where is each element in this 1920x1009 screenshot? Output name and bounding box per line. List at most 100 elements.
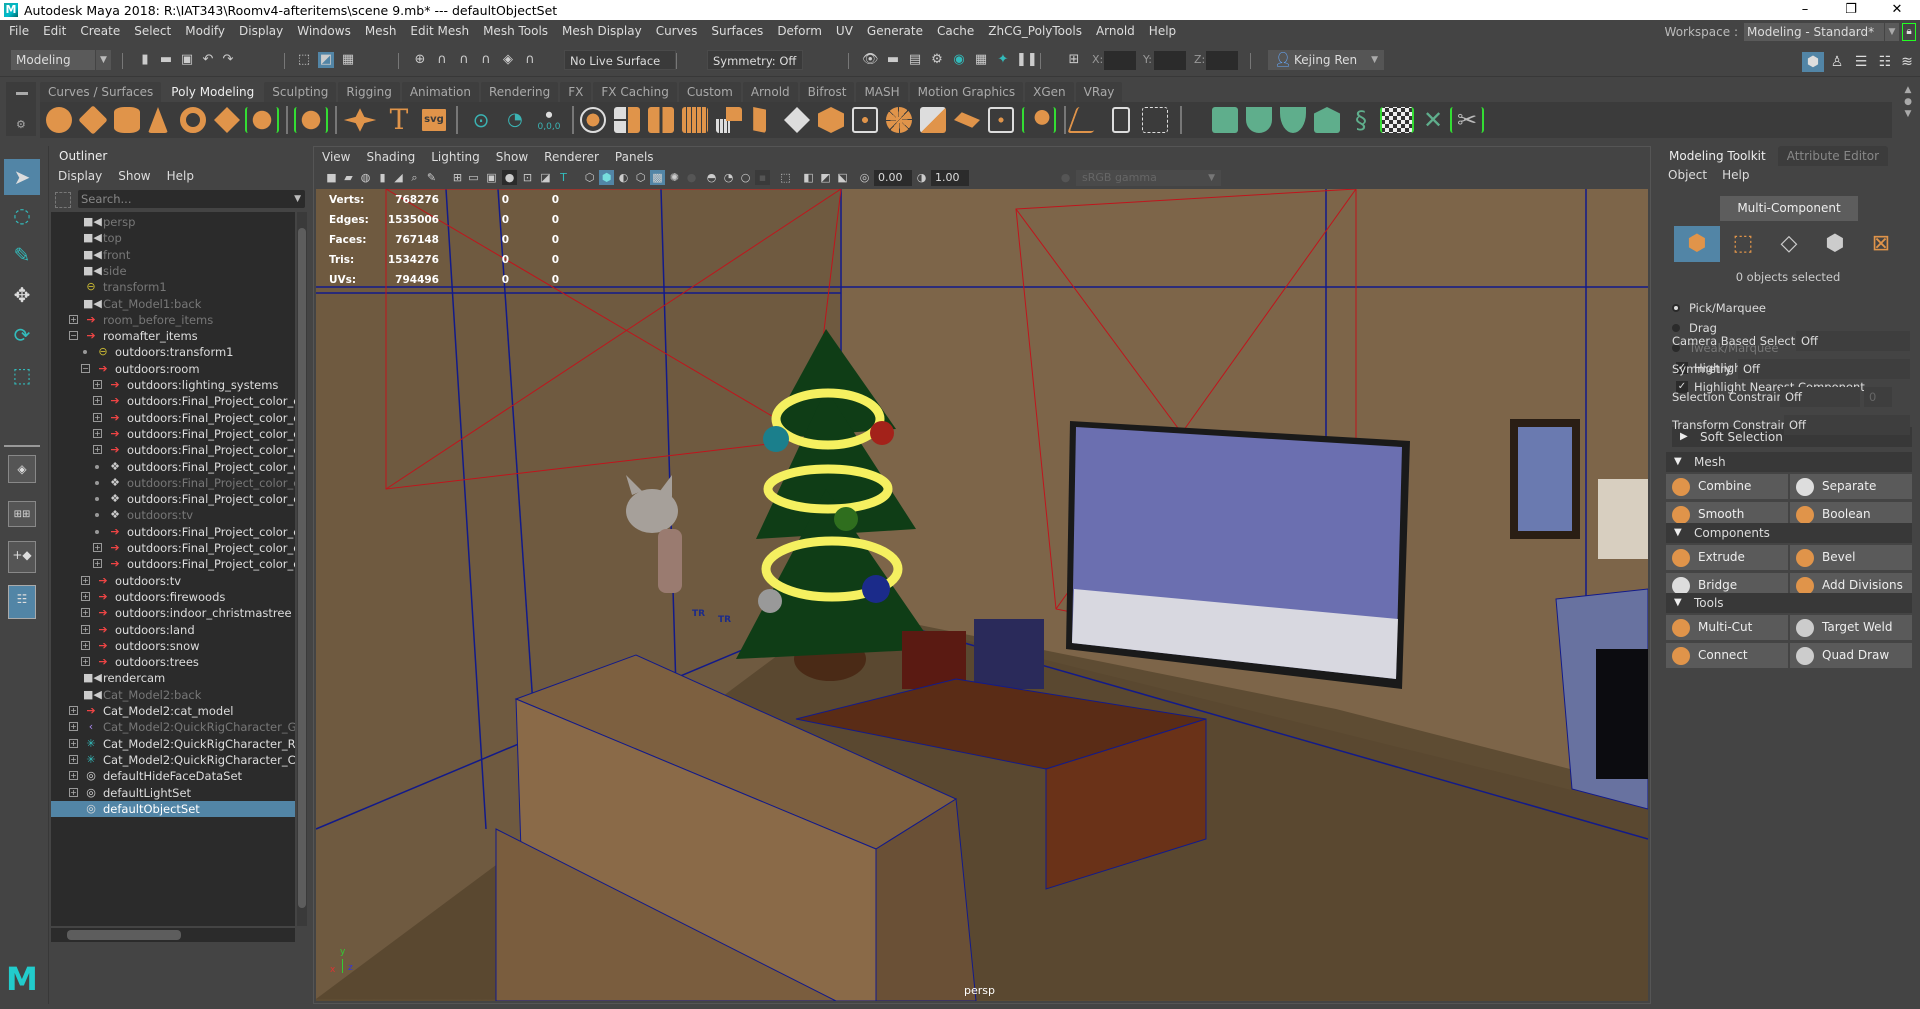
type-tool-icon[interactable]: T [386,106,412,134]
scrollbar-thumb[interactable] [298,228,306,908]
outliner-item[interactable]: + ➔ outdoors:Final_Project_color_cha [51,540,295,556]
outliner-item[interactable]: + ➔ outdoors:Final_Project_color_cha [51,442,295,458]
expand-icon[interactable]: + [69,787,78,797]
use-all-lights-icon[interactable]: ✺ [667,170,682,185]
outliner-item[interactable]: ■◀ rendercam [51,670,295,686]
live-surface-field[interactable]: No Live Surface [564,50,676,70]
outliner-item[interactable]: + ➔ room_before_items [51,312,295,328]
shelf-scroll[interactable]: ▲ ● ▼ [1902,84,1914,134]
redo-icon[interactable]: ↷ [220,52,236,68]
face-mode-icon[interactable]: ⬢ [1812,226,1858,262]
new-scene-icon[interactable]: ▮ [137,52,153,68]
target-weld-button[interactable]: Target Weld [1790,615,1912,640]
uv-contour-stretch-icon[interactable]: § [1348,107,1374,133]
uv-automatic-icon[interactable] [1314,107,1340,133]
outliner-horizontal-scrollbar[interactable] [51,928,295,942]
outliner-item[interactable]: ■◀ persp [51,214,295,230]
uv-layout-icon[interactable]: ✕ [1420,107,1446,133]
select-component-icon[interactable]: ▦ [340,52,356,68]
menu-arnold[interactable]: Arnold [1089,24,1142,38]
shelf-tab-rendering[interactable]: Rendering [481,82,559,102]
y-input[interactable] [1154,51,1186,70]
z-input[interactable] [1206,51,1238,70]
outliner-item[interactable]: + ✳ Cat_Model2:QuickRigCharacter_Ctrl_R [51,752,295,768]
poly-cube-icon[interactable] [78,105,108,135]
toolkit-menu-help[interactable]: Help [1722,167,1749,183]
default-material-icon[interactable]: ◐ [616,170,631,185]
quad-draw-icon[interactable] [1142,107,1168,133]
workspace-dropdown[interactable]: Modeling - Standard* [1744,23,1884,41]
extract-icon[interactable] [648,107,674,133]
move-tool-icon[interactable]: ✥ [4,277,40,313]
open-scene-icon[interactable]: ▬ [158,52,174,68]
color-management-icon[interactable]: ● [1058,170,1073,185]
multi-cut-icon[interactable] [1067,107,1103,133]
separate-icon[interactable] [614,107,640,133]
chevron-down-icon[interactable]: ▼ [1885,23,1899,41]
menu-mesh[interactable]: Mesh [358,24,404,38]
2d-pan-zoom-icon[interactable]: ⌕ [407,170,422,185]
smooth-shade-icon[interactable]: ⬢ [599,170,614,185]
grid-icon[interactable]: ⊞ [450,170,465,185]
outliner-item[interactable]: + ➔ outdoors:indoor_christmastree [51,605,295,621]
outliner-item[interactable]: ➔ outdoors:Final_Project_color_cha [51,524,295,540]
safe-action-icon[interactable]: ◪ [538,170,553,185]
expand-icon[interactable]: + [81,657,90,667]
reduce-icon[interactable] [1022,107,1056,133]
bookmark-icon[interactable]: ▮ [375,170,390,185]
shelf-tab-curves-surfaces[interactable]: Curves / Surfaces [40,82,162,102]
textured-icon[interactable]: ▩ [650,170,665,185]
expand-icon[interactable]: + [81,624,90,634]
extrude-button[interactable]: Extrude [1666,545,1788,570]
viewport-menu-show[interactable]: Show [488,147,536,167]
shadows-icon[interactable]: ● [684,170,699,185]
viewport-menu-lighting[interactable]: Lighting [423,147,488,167]
motion-blur-icon[interactable]: ◔ [721,170,736,185]
outliner-item[interactable]: ⊖ outdoors:transform1 [51,344,295,360]
expand-icon[interactable]: + [93,543,102,552]
screen-space-ao-icon[interactable]: ◓ [704,170,719,185]
outliner-item[interactable]: − ➔ roomafter_items [51,328,295,344]
viewport-menu-shading[interactable]: Shading [358,147,423,167]
snap-grid-icon[interactable]: ⊕ [412,52,428,68]
channel-box-icon[interactable]: ≋ [1896,52,1918,72]
outliner-item[interactable]: ❖ outdoors:tv [51,507,295,523]
bridge-icon[interactable] [784,107,810,133]
quad-draw-button[interactable]: Quad Draw [1790,643,1912,668]
select-hierarchy-icon[interactable]: ⬚ [296,52,312,68]
outliner-search-input[interactable]: Search... ▼ [78,190,305,208]
outliner-item[interactable]: ❖ outdoors:Final_Project_color_cha [51,475,295,491]
poke-icon[interactable] [852,107,878,133]
mirror-icon[interactable] [920,107,946,133]
light-editor-icon[interactable]: ✦ [995,52,1011,68]
object-mode-icon[interactable]: ⬢ [1674,226,1720,262]
menu-create[interactable]: Create [73,24,127,38]
fill-hole-icon[interactable] [988,107,1014,133]
viewport-menu-renderer[interactable]: Renderer [536,147,607,167]
expand-icon[interactable]: + [93,396,102,406]
ipr-render-icon[interactable]: ▤ [907,52,923,68]
outliner-item[interactable]: + ◎ defaultLightSet [51,785,295,801]
menu-zhcg-polytools[interactable]: ZhCG_PolyTools [981,24,1089,38]
menu-help[interactable]: Help [1142,24,1183,38]
scrollbar-thumb[interactable] [67,930,181,940]
exposure-icon[interactable]: ◎ [857,170,872,185]
outliner-item[interactable]: + ➔ outdoors:tv [51,573,295,589]
menu-edit[interactable]: Edit [36,24,73,38]
outliner-item[interactable]: ❖ outdoors:Final_Project_color_cha [51,459,295,475]
shelf-tab-fx-caching[interactable]: FX Caching [593,82,677,102]
uv-editor-icon[interactable] [1380,107,1414,133]
outliner-item[interactable]: + ➔ outdoors:Final_Project_color_cha [51,556,295,572]
menu-set-dropdown[interactable]: Modeling ▼ [11,50,111,70]
outliner-menu-help[interactable]: Help [159,166,202,186]
outliner-item[interactable]: + ➔ Cat_Model2:cat_model [51,703,295,719]
expand-icon[interactable]: + [93,428,102,438]
save-scene-icon[interactable]: ▣ [179,52,195,68]
scale-tool-icon[interactable]: ⬚ [4,357,40,393]
render-settings-icon[interactable]: ⚙ [929,52,945,68]
restore-button[interactable]: ❐ [1828,0,1874,20]
menu-cache[interactable]: Cache [930,24,981,38]
expand-icon[interactable]: + [69,722,78,732]
filter-icon[interactable] [55,192,71,208]
tab-attribute-editor[interactable]: Attribute Editor [1777,146,1889,166]
